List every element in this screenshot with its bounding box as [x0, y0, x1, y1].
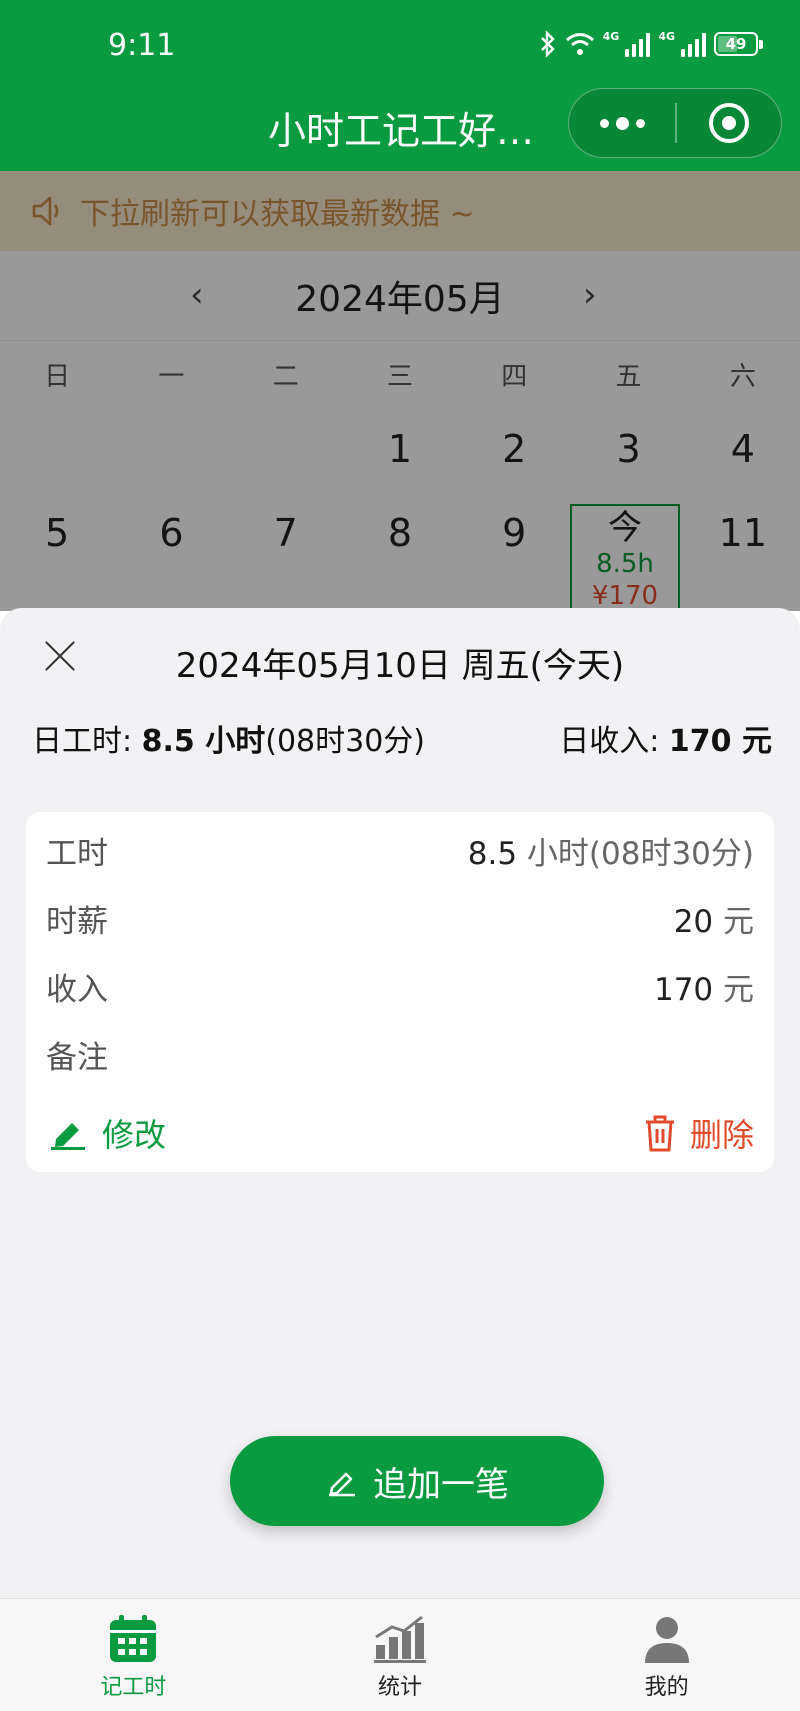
top-bar: 9:11 4G 4G 49 小时工记工好… — [0, 0, 800, 171]
hours-unit: 小时(08时30分) — [517, 835, 754, 872]
sheet-title: 2024年05月10日 周五(今天) — [175, 646, 625, 686]
network-label-2: 4G — [658, 30, 675, 43]
day-income-summary: 日收入: 170 元 — [559, 716, 772, 760]
income-row: 收入 170 元 — [46, 966, 754, 1008]
add-record-label: 追加一笔 — [373, 1464, 509, 1505]
bottom-tab-bar: 记工时 统计 我的 — [0, 1598, 800, 1711]
rate-value: 20 — [673, 903, 714, 940]
day-summary: 日工时: 8.5 小时(08时30分) 日收入: 170 元 — [32, 716, 772, 760]
day-income-label: 日收入: — [559, 724, 669, 759]
record-card: 工时 8.5 小时(08时30分) 时薪 20 元 收入 170 元 备注 修改… — [26, 812, 774, 1172]
tab-label: 记工时 — [100, 1675, 167, 1700]
edit-button[interactable]: 修改 — [48, 1110, 166, 1156]
income-unit: 元 — [713, 971, 754, 1008]
day-hours-label: 日工时: — [32, 724, 142, 759]
wifi-icon — [565, 33, 594, 55]
day-hours-value: 8.5 小时 — [141, 724, 266, 759]
pen-icon — [329, 1472, 355, 1497]
day-income-value: 170 元 — [668, 724, 772, 759]
tab-label: 统计 — [378, 1675, 423, 1700]
income-label: 收入 — [46, 971, 108, 1008]
signal-icon — [625, 31, 651, 57]
user-icon — [644, 1617, 689, 1663]
calendar-icon — [110, 1615, 157, 1662]
day-hours-summary: 日工时: 8.5 小时(08时30分) — [32, 716, 425, 760]
note-label: 备注 — [46, 1039, 108, 1076]
tab-profile[interactable]: 我的 — [533, 1599, 800, 1711]
note-row: 备注 — [46, 1034, 754, 1076]
day-hours-detail: (08时30分) — [265, 724, 426, 759]
trash-icon — [645, 1115, 674, 1152]
delete-button[interactable]: 删除 — [642, 1110, 754, 1156]
pencil-icon — [51, 1123, 85, 1150]
bar-chart-icon — [374, 1615, 426, 1663]
mini-program-capsule — [568, 88, 782, 158]
edit-label: 修改 — [102, 1116, 167, 1154]
hours-label: 工时 — [46, 835, 108, 872]
add-record-button[interactable]: 追加一笔 — [230, 1436, 604, 1526]
tab-label: 我的 — [644, 1675, 689, 1700]
day-detail-sheet: 2024年05月10日 周五(今天) 日工时: 8.5 小时(08时30分) 日… — [0, 608, 800, 1711]
delete-label: 删除 — [689, 1116, 754, 1154]
network-label-1: 4G — [602, 30, 620, 43]
more-dots-icon[interactable] — [569, 89, 675, 157]
income-value: 170 — [653, 971, 714, 1008]
bluetooth-icon — [540, 30, 555, 58]
modal-overlay[interactable] — [0, 171, 800, 611]
rate-unit: 元 — [713, 903, 754, 940]
signal-icon — [681, 31, 706, 57]
tab-statistics[interactable]: 统计 — [267, 1599, 534, 1711]
hours-value: 8.5 — [467, 835, 518, 872]
battery-level: 49 — [725, 35, 747, 53]
app-title: 小时工记工好… — [268, 109, 535, 153]
tab-record-hours[interactable]: 记工时 — [0, 1599, 267, 1711]
status-icons: 4G 4G 49 — [539, 30, 763, 58]
rate-row: 时薪 20 元 — [46, 898, 754, 940]
status-time: 9:11 — [108, 28, 176, 63]
hours-row: 工时 8.5 小时(08时30分) — [46, 830, 754, 872]
target-circle-icon[interactable] — [677, 89, 782, 157]
battery-icon: 49 — [714, 32, 763, 56]
record-actions: 修改 删除 — [48, 1108, 754, 1158]
rate-label: 时薪 — [46, 903, 108, 940]
